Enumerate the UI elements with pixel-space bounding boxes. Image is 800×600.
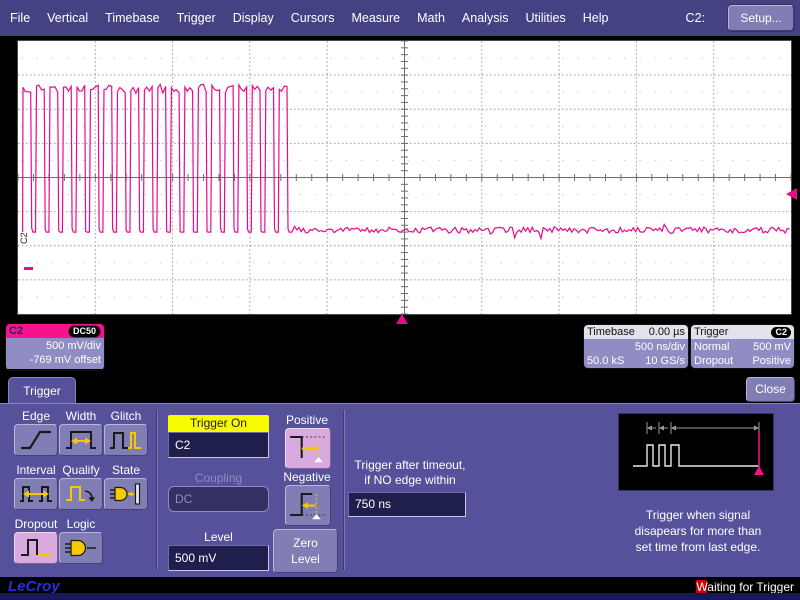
timeout-input[interactable]: 750 ns — [348, 492, 466, 517]
channel-name: C2 — [9, 324, 23, 338]
active-channel-label: C2: — [686, 11, 705, 25]
positive-slope-button[interactable] — [285, 428, 331, 469]
edge-trigger-button[interactable] — [14, 424, 58, 456]
trigger-level-marker[interactable] — [786, 188, 797, 200]
dialog-tab-strip: Trigger Close — [0, 375, 800, 403]
type-label-glitch: Glitch — [100, 409, 152, 423]
timebase-rate: 10 GS/s — [645, 354, 685, 368]
trigger-slope: Positive — [752, 354, 791, 368]
level-input[interactable]: 500 mV — [168, 545, 269, 571]
graticule-and-trace — [18, 41, 791, 314]
divider — [157, 410, 158, 570]
positive-label: Positive — [283, 413, 331, 427]
positive-slope-icon — [287, 429, 329, 466]
oscilloscope-screen: File Vertical Timebase Trigger Display C… — [0, 0, 800, 600]
channel-offset-marker[interactable] — [24, 267, 33, 270]
trigger-on-label: Trigger On — [168, 415, 269, 432]
channel-descriptor-box[interactable]: C2 DC50 500 mV/div -769 mV offset — [5, 323, 105, 371]
type-label-state: State — [100, 463, 152, 477]
c2-trace — [23, 84, 790, 238]
menu-measure[interactable]: Measure — [351, 11, 400, 25]
menu-cursors[interactable]: Cursors — [291, 11, 335, 25]
state-icon — [107, 481, 145, 507]
menu-help[interactable]: Help — [583, 11, 609, 25]
trigger-description-line1: Trigger when signal — [646, 508, 750, 522]
trigger-description-line3: set time from last edge. — [636, 540, 761, 554]
trigger-dialog-panel: Edge Width Glitch Interval Qualify State… — [0, 403, 800, 577]
timebase-descriptor-box[interactable]: Timebase 0.00 µs 500 ns/div 50.0 kS 10 G… — [583, 324, 689, 369]
timeout-caption-line1: Trigger after timeout, — [355, 458, 466, 472]
menu-utilities[interactable]: Utilities — [525, 11, 565, 25]
trigger-status-rest: aiting for Trigger — [707, 580, 794, 594]
trigger-description-line2: disapears for more than — [635, 524, 762, 538]
dropout-diagram — [618, 413, 774, 491]
timebase-position: 0.00 µs — [649, 325, 685, 339]
coupling-badge: DC50 — [68, 325, 101, 338]
trigger-mode: Normal — [694, 340, 729, 354]
trigger-on-select[interactable]: C2 — [168, 432, 269, 458]
trigger-level-value: 500 mV — [753, 340, 791, 354]
menu-math[interactable]: Math — [417, 11, 445, 25]
glitch-trigger-button[interactable] — [104, 424, 148, 456]
width-icon — [62, 427, 100, 453]
menu-analysis[interactable]: Analysis — [462, 11, 509, 25]
channel-scale: 500 mV/div — [46, 339, 101, 353]
channel-offset: -769 mV offset — [30, 353, 101, 367]
zero-level-line2: Level — [291, 552, 320, 566]
state-trigger-button[interactable] — [104, 478, 148, 510]
interval-trigger-button[interactable] — [14, 478, 58, 510]
trigger-status-text: Waiting for Trigger — [696, 580, 794, 594]
qualify-icon — [62, 481, 100, 507]
trigger-type: Dropout — [694, 354, 733, 368]
trigger-position-marker[interactable] — [396, 314, 408, 324]
level-label: Level — [168, 530, 269, 544]
dropout-trigger-button[interactable] — [14, 532, 58, 564]
edge-icon — [17, 427, 55, 453]
type-label-logic: Logic — [55, 517, 107, 531]
interval-icon — [17, 481, 55, 507]
timebase-samples: 50.0 kS — [587, 354, 624, 368]
tab-trigger[interactable]: Trigger — [8, 377, 76, 403]
trigger-description: Trigger when signal disapears for more t… — [608, 507, 788, 555]
logic-icon — [62, 535, 100, 561]
menu-timebase[interactable]: Timebase — [105, 11, 159, 25]
negative-slope-button[interactable] — [285, 485, 331, 526]
negative-slope-icon — [287, 486, 329, 523]
trigger-descriptor-box[interactable]: Trigger C2 Normal 500 mV Dropout Positiv… — [690, 324, 795, 369]
divider — [344, 410, 345, 570]
dropout-diagram-drawing — [619, 414, 773, 490]
timebase-scale: 500 ns/div — [635, 340, 685, 354]
menu-trigger[interactable]: Trigger — [177, 11, 216, 25]
waveform-plot[interactable]: C2 — [17, 40, 792, 315]
trigger-status-highlight: W — [696, 580, 707, 594]
bottom-strip — [0, 593, 800, 600]
menu-vertical[interactable]: Vertical — [47, 11, 88, 25]
width-trigger-button[interactable] — [59, 424, 103, 456]
trigger-source-badge: C2 — [771, 327, 791, 338]
timeout-caption: Trigger after timeout, if NO edge within — [345, 458, 475, 488]
menu-bar: File Vertical Timebase Trigger Display C… — [0, 0, 800, 36]
trigger-title: Trigger — [694, 325, 728, 339]
coupling-label: Coupling — [168, 471, 269, 485]
coupling-select[interactable]: DC — [168, 486, 269, 512]
timebase-title: Timebase — [587, 325, 635, 339]
zero-level-line1: Zero — [293, 536, 318, 550]
menu-file[interactable]: File — [10, 11, 30, 25]
negative-label: Negative — [283, 470, 331, 484]
logic-trigger-button[interactable] — [59, 532, 103, 564]
close-button[interactable]: Close — [746, 377, 795, 402]
zero-level-button[interactable]: Zero Level — [273, 529, 338, 573]
channel-axis-label: C2 — [19, 232, 29, 244]
qualify-trigger-button[interactable] — [59, 478, 103, 510]
dropout-icon — [17, 535, 55, 561]
glitch-icon — [107, 427, 145, 453]
menu-display[interactable]: Display — [233, 11, 274, 25]
timeout-caption-line2: if NO edge within — [364, 473, 455, 487]
setup-button[interactable]: Setup... — [728, 5, 794, 31]
